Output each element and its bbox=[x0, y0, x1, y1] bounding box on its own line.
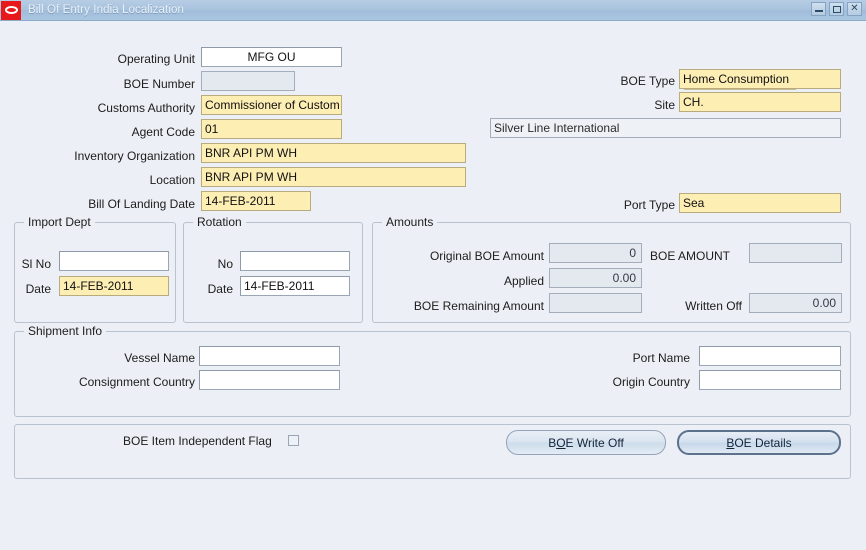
applied-field[interactable]: 0.00 bbox=[549, 268, 642, 288]
original-boe-amount-field[interactable]: 0 bbox=[549, 243, 642, 263]
label-rotation-date: Date bbox=[207, 282, 233, 296]
window-titlebar[interactable]: Bill Of Entry India Localization ✕ bbox=[0, 0, 866, 21]
label-rotation-no: No bbox=[217, 257, 233, 271]
boe-item-independent-flag-checkbox[interactable] bbox=[288, 435, 299, 446]
import-dept-date-field[interactable]: 14-FEB-2011 bbox=[59, 276, 169, 296]
rotation-group: Rotation bbox=[183, 215, 363, 323]
inventory-organization-field[interactable]: BNR API PM WH bbox=[201, 143, 466, 163]
boe-write-off-mnemonic: O bbox=[556, 435, 566, 450]
label-customs-authority: Customs Authority bbox=[97, 101, 195, 115]
label-location: Location bbox=[149, 173, 195, 187]
label-boe-number: BOE Number bbox=[123, 77, 195, 91]
vessel-name-field[interactable] bbox=[199, 346, 340, 366]
boe-write-off-button[interactable]: BOE Write Off bbox=[506, 430, 666, 455]
form-canvas: Operating Unit BOE Number Customs Author… bbox=[0, 21, 866, 550]
label-inventory-organization: Inventory Organization bbox=[74, 149, 195, 163]
port-name-field[interactable] bbox=[699, 346, 841, 366]
label-boe-remaining-amount: BOE Remaining Amount bbox=[413, 299, 544, 313]
label-boe-item-independent-flag: BOE Item Independent Flag bbox=[123, 434, 272, 448]
label-port-type: Port Type bbox=[623, 198, 675, 212]
operating-unit-field[interactable]: MFG OU bbox=[201, 47, 342, 67]
boe-remaining-amount-field[interactable] bbox=[549, 293, 642, 313]
label-consignment-country: Consignment Country bbox=[78, 375, 195, 389]
boe-details-button[interactable]: B OE Details bbox=[677, 430, 841, 455]
agent-code-field[interactable]: 01 bbox=[201, 119, 342, 139]
import-dept-sl-no-field[interactable] bbox=[59, 251, 169, 271]
close-button[interactable]: ✕ bbox=[847, 2, 862, 16]
rotation-date-field[interactable]: 14-FEB-2011 bbox=[240, 276, 350, 296]
minimize-button[interactable] bbox=[811, 2, 826, 16]
label-boe-amount: BOE AMOUNT bbox=[650, 249, 731, 263]
location-field[interactable]: BNR API PM WH bbox=[201, 167, 466, 187]
site-field[interactable]: CH. bbox=[679, 92, 841, 112]
label-applied: Applied bbox=[503, 274, 544, 288]
shipment-info-group-title: Shipment Info bbox=[24, 324, 107, 338]
import-dept-group: Import Dept bbox=[14, 215, 176, 323]
label-import-dept-date: Date bbox=[25, 282, 51, 296]
boe-type-field[interactable]: Home Consumption bbox=[679, 69, 841, 89]
label-original-boe-amount: Original BOE Amount bbox=[429, 249, 544, 263]
window-title: Bill Of Entry India Localization bbox=[28, 4, 184, 16]
label-operating-unit: Operating Unit bbox=[117, 52, 195, 66]
port-type-field[interactable]: Sea bbox=[679, 193, 841, 213]
label-import-dept-sl-no: Sl No bbox=[21, 257, 51, 271]
consignment-country-field[interactable] bbox=[199, 370, 340, 390]
rotation-no-field[interactable] bbox=[240, 251, 350, 271]
import-dept-group-title: Import Dept bbox=[24, 215, 95, 229]
label-origin-country: Origin Country bbox=[612, 375, 690, 389]
maximize-button[interactable] bbox=[829, 2, 844, 16]
customs-authority-field[interactable]: Commissioner of Custom bbox=[201, 95, 342, 115]
oracle-logo-icon bbox=[1, 0, 21, 20]
origin-country-field[interactable] bbox=[699, 370, 841, 390]
boe-details-label-post: OE Details bbox=[734, 435, 792, 450]
label-bill-of-landing-date: Bill Of Landing Date bbox=[88, 197, 195, 211]
label-written-off: Written Off bbox=[685, 299, 742, 313]
boe-number-field[interactable] bbox=[201, 71, 295, 91]
boe-write-off-label-post: E Write Off bbox=[565, 435, 624, 450]
rotation-group-title: Rotation bbox=[193, 215, 246, 229]
amounts-group-title: Amounts bbox=[382, 215, 438, 229]
boe-write-off-label-pre: B bbox=[548, 435, 557, 450]
label-port-name: Port Name bbox=[632, 351, 690, 365]
label-boe-type: BOE Type bbox=[620, 74, 675, 88]
agent-name-field[interactable]: Silver Line International bbox=[490, 118, 841, 138]
boe-amount-field[interactable] bbox=[749, 243, 842, 263]
window-controls: ✕ bbox=[811, 2, 862, 16]
bill-of-landing-date-field[interactable]: 14-FEB-2011 bbox=[201, 191, 311, 211]
site-field-artifact bbox=[684, 89, 796, 90]
boe-details-mnemonic: B bbox=[726, 435, 735, 450]
label-agent-code: Agent Code bbox=[131, 125, 195, 139]
written-off-field[interactable]: 0.00 bbox=[749, 293, 842, 313]
label-site: Site bbox=[654, 98, 675, 112]
label-vessel-name: Vessel Name bbox=[124, 351, 195, 365]
